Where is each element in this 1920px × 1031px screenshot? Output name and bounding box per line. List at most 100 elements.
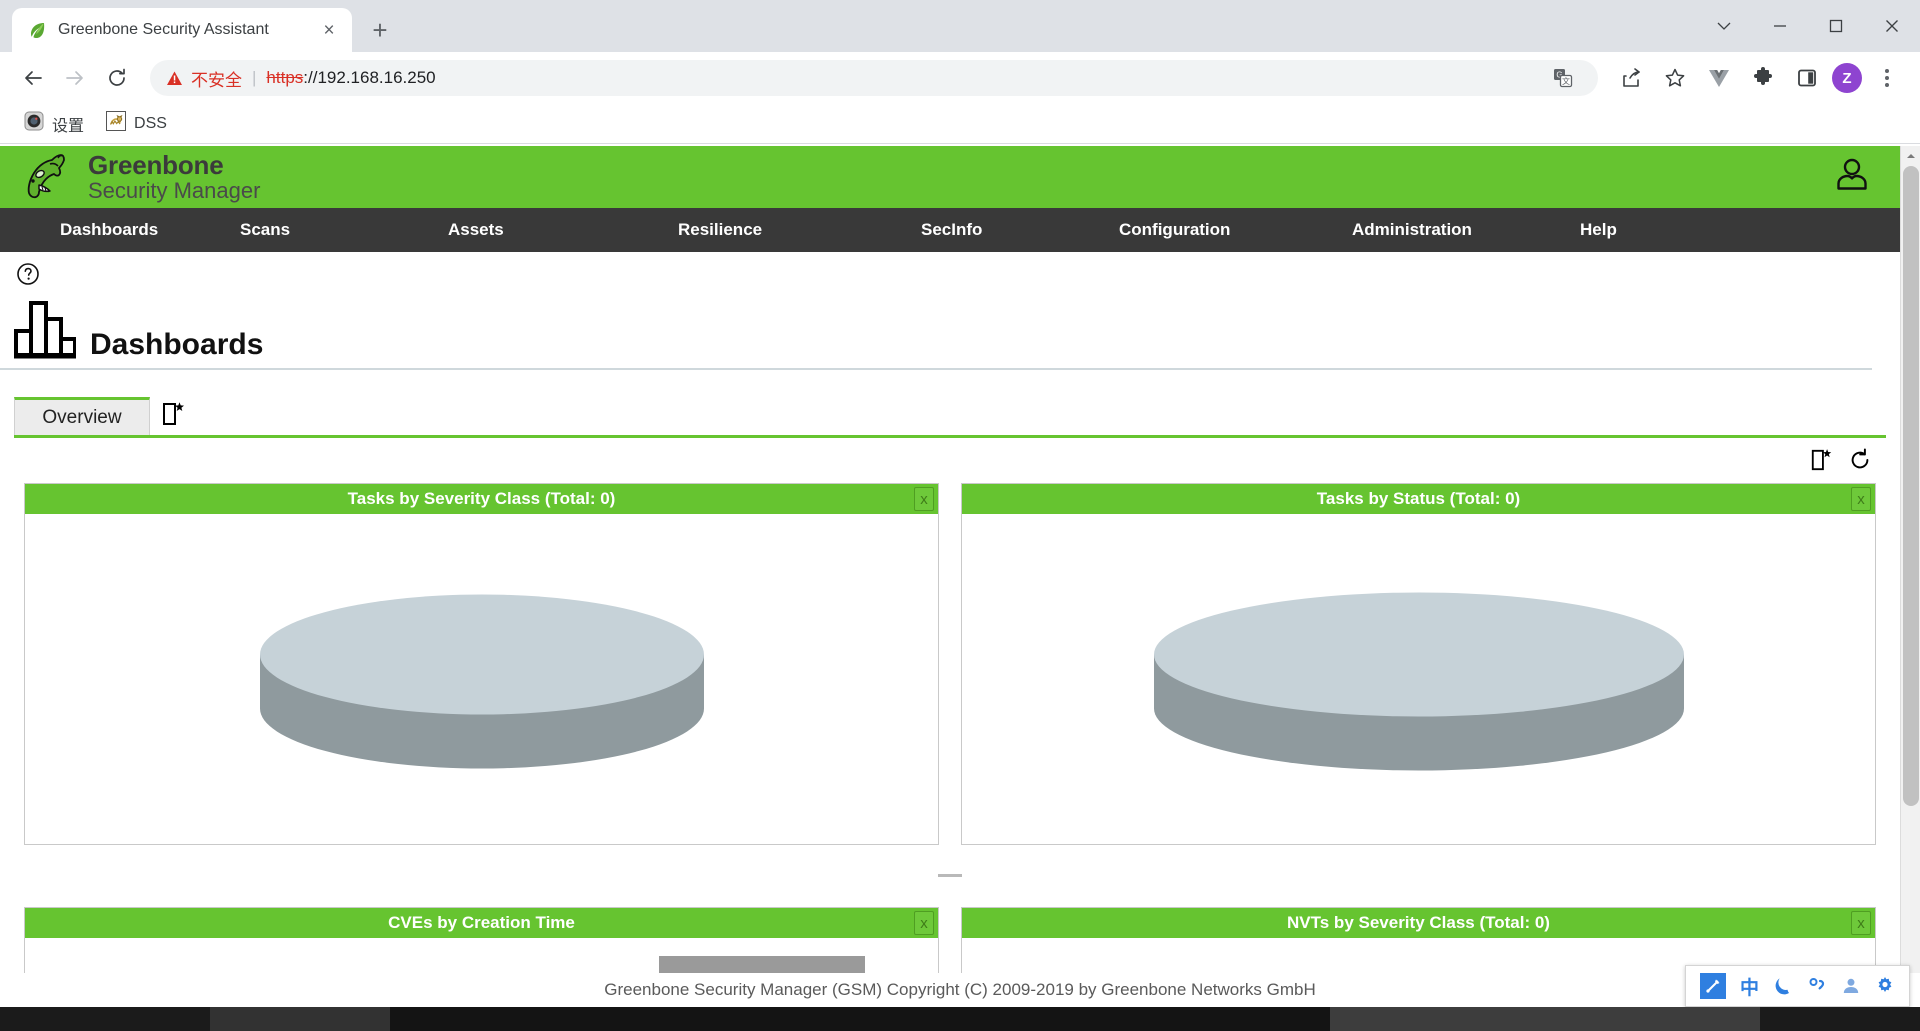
extensions-puzzle-icon[interactable] <box>1744 59 1782 97</box>
settings-gear-icon[interactable] <box>1875 976 1895 996</box>
card-body[interactable] <box>25 514 938 844</box>
new-tab-button[interactable]: + <box>362 12 398 48</box>
not-secure-warning-icon <box>166 70 183 87</box>
bookmarks-bar: 设置 DSS <box>0 104 1920 144</box>
nav-item-secinfo[interactable]: SecInfo <box>921 220 1119 240</box>
nav-label: Help <box>1580 220 1617 239</box>
taskbar-segment[interactable] <box>390 1007 1330 1031</box>
not-secure-label: 不安全 <box>191 70 242 90</box>
browser-toolbar: 不安全 | https://192.168.16.250 G 文 Z <box>0 52 1920 104</box>
card-title: Tasks by Severity Class (Total: 0) <box>347 489 616 508</box>
taskbar-segment[interactable] <box>210 1007 390 1031</box>
chrome-menu-icon[interactable] <box>1868 59 1906 97</box>
scroll-up-icon[interactable] <box>1901 146 1920 166</box>
card-title: NVTs by Severity Class (Total: 0) <box>1287 913 1550 932</box>
maximize-icon[interactable] <box>1808 0 1864 52</box>
card-tasks-by-severity: Tasks by Severity Class (Total: 0) x <box>24 483 939 845</box>
chinese-mode-icon[interactable]: 中 <box>1740 973 1759 1000</box>
new-dashboard-icon[interactable] <box>150 397 198 435</box>
gsa-page: Greenbone Security Manager Dashboards Sc… <box>0 146 1900 1031</box>
address-bar[interactable]: 不安全 | https://192.168.16.250 G 文 <box>150 60 1598 96</box>
nav-item-assets[interactable]: Assets <box>448 220 678 240</box>
tab-label: Overview <box>42 406 122 428</box>
refresh-icon[interactable] <box>1848 448 1872 477</box>
tab-title: Greenbone Security Assistant <box>58 21 269 38</box>
nav-label: Assets <box>448 220 504 239</box>
card-tasks-by-status: Tasks by Status (Total: 0) x <box>961 483 1876 845</box>
nav-item-dashboards[interactable]: Dashboards <box>0 220 240 240</box>
bookmark-star-icon[interactable] <box>1656 59 1694 97</box>
share-icon[interactable] <box>1612 59 1650 97</box>
tomcat-icon <box>106 111 127 136</box>
window-controls <box>1696 0 1920 52</box>
grid-resize-handle[interactable] <box>24 867 1876 885</box>
nav-label: Resilience <box>678 220 763 239</box>
nav-item-resilience[interactable]: Resilience <box>678 220 921 240</box>
pen-toggle-icon[interactable] <box>1699 973 1726 999</box>
nav-item-administration[interactable]: Administration <box>1352 220 1580 240</box>
forward-icon[interactable] <box>56 59 94 97</box>
bookmark-label: 设置 <box>52 117 85 135</box>
page-viewport: Greenbone Security Manager Dashboards Sc… <box>0 146 1920 1031</box>
url-text: https://192.168.16.250 <box>266 68 435 88</box>
app-footer: Greenbone Security Manager (GSM) Copyrig… <box>0 973 1920 1007</box>
page-scrollbar[interactable] <box>1900 146 1920 1007</box>
toolbar-actions: Z <box>1612 59 1906 97</box>
omnibox-separator: | <box>252 68 257 87</box>
nav-label: Administration <box>1352 220 1472 239</box>
nav-label: Configuration <box>1119 220 1231 239</box>
camera-icon <box>24 111 44 136</box>
nav-item-help[interactable]: Help <box>1580 220 1740 240</box>
ime-toolbar: 中 <box>1684 965 1910 1007</box>
close-icon[interactable]: x <box>914 487 934 511</box>
svg-text:文: 文 <box>1562 76 1570 86</box>
page-title-row: Dashboards <box>0 291 1872 370</box>
bookmark-settings[interactable]: 设置 <box>16 107 92 140</box>
card-body[interactable] <box>962 514 1875 844</box>
browser-tab[interactable]: Greenbone Security Assistant × <box>12 8 352 52</box>
tab-overview[interactable]: Overview <box>14 397 150 435</box>
app-logo: Greenbone Security Manager <box>20 151 260 204</box>
os-taskbar <box>0 1007 1920 1031</box>
nav-item-configuration[interactable]: Configuration <box>1119 220 1352 240</box>
moon-icon[interactable] <box>1773 976 1793 996</box>
scrollbar-thumb[interactable] <box>1903 166 1919 806</box>
footer-copyright: Greenbone Security Manager (GSM) Copyrig… <box>604 980 1316 999</box>
nav-item-scans[interactable]: Scans <box>240 220 448 240</box>
minimize-icon[interactable] <box>1752 0 1808 52</box>
window-close-icon[interactable] <box>1864 0 1920 52</box>
back-icon[interactable] <box>14 59 52 97</box>
dashboard-tabs: Overview <box>14 397 1886 438</box>
user-icon[interactable] <box>1841 976 1861 996</box>
side-panel-icon[interactable] <box>1788 59 1826 97</box>
profile-avatar[interactable]: Z <box>1832 63 1862 93</box>
vue-devtools-icon[interactable] <box>1700 59 1738 97</box>
bookmark-dss[interactable]: DSS <box>98 107 175 140</box>
nav-label: Scans <box>240 220 291 239</box>
brand-line-2: Security Manager <box>88 178 261 204</box>
close-icon[interactable]: x <box>1851 487 1871 511</box>
url-rest: ://192.168.16.250 <box>303 68 436 87</box>
close-icon[interactable]: × <box>316 17 342 43</box>
card-title: Tasks by Status (Total: 0) <box>1316 489 1521 508</box>
user-icon[interactable] <box>1832 155 1872 200</box>
help-row <box>0 252 1900 291</box>
translate-icon[interactable]: G 文 <box>1544 59 1582 97</box>
dashboard-grid: Tasks by Severity Class (Total: 0) x Tas… <box>0 483 1900 1031</box>
card-title: CVEs by Creation Time <box>388 913 575 932</box>
taskbar-segment[interactable] <box>1330 1007 1760 1031</box>
close-icon[interactable]: x <box>1851 911 1871 935</box>
close-icon[interactable]: x <box>914 911 934 935</box>
add-dashboard-icon[interactable] <box>1810 448 1834 477</box>
tab-search-icon[interactable] <box>1696 0 1752 52</box>
bookmark-label: DSS <box>134 114 167 132</box>
card-header: NVTs by Severity Class (Total: 0) x <box>962 908 1875 938</box>
brand-line-1: Greenbone <box>88 149 224 180</box>
nav-label: SecInfo <box>921 220 983 239</box>
app-header: Greenbone Security Manager <box>0 146 1900 208</box>
nav-label: Dashboards <box>60 220 159 239</box>
punctuation-icon[interactable] <box>1807 976 1827 996</box>
reload-icon[interactable] <box>98 59 136 97</box>
leaf-icon <box>28 20 48 40</box>
help-circle-icon[interactable] <box>16 263 40 290</box>
